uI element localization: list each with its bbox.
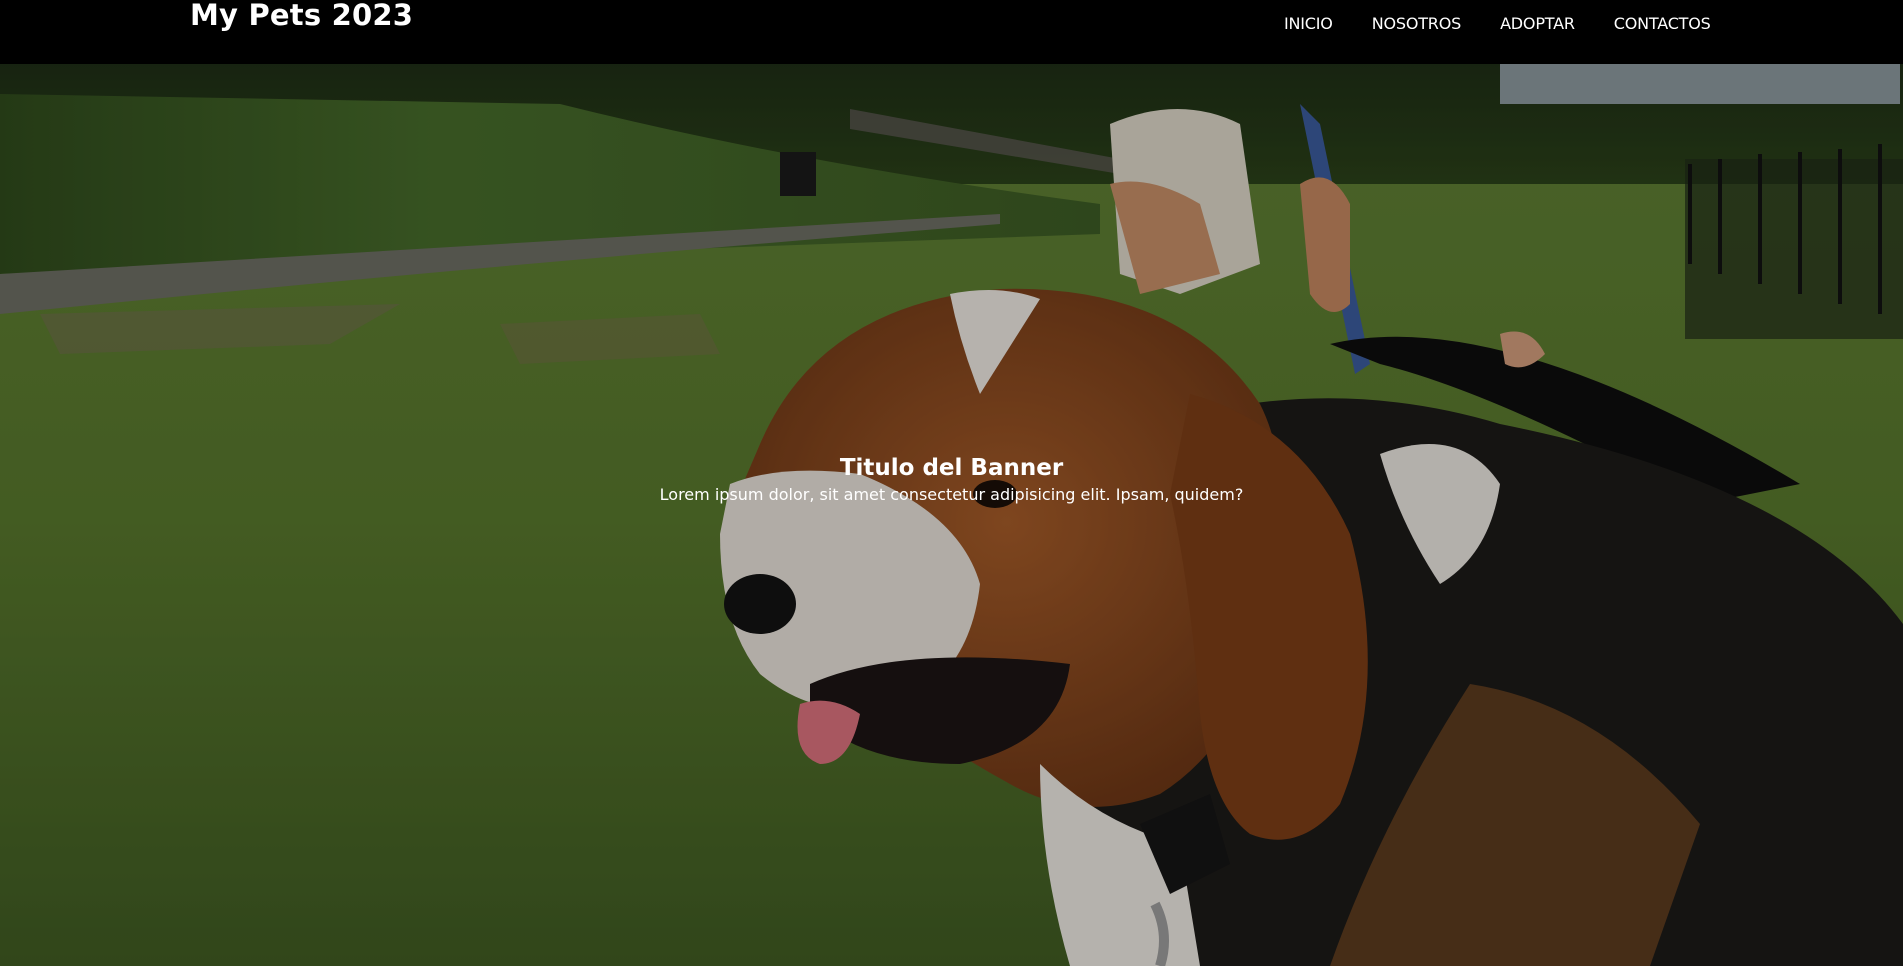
- hero-banner: Titulo del Banner Lorem ipsum dolor, sit…: [0, 64, 1903, 966]
- nav-link-inicio[interactable]: INICIO: [1284, 14, 1333, 34]
- main-nav: INICIO NOSOTROS ADOPTAR CONTACTOS: [1284, 14, 1750, 34]
- top-navbar: My Pets 2023 INICIO NOSOTROS ADOPTAR CON…: [0, 0, 1903, 64]
- banner-subtitle: Lorem ipsum dolor, sit amet consectetur …: [659, 485, 1244, 504]
- banner-caption: Titulo del Banner Lorem ipsum dolor, sit…: [0, 454, 1903, 506]
- nav-link-adoptar[interactable]: ADOPTAR: [1500, 14, 1575, 34]
- banner-title: Titulo del Banner: [839, 455, 1064, 481]
- site-logo-title[interactable]: My Pets 2023: [190, 0, 413, 30]
- banner-image: [0, 64, 1903, 966]
- nav-link-contactos[interactable]: CONTACTOS: [1614, 14, 1711, 34]
- nav-link-nosotros[interactable]: NOSOTROS: [1372, 14, 1462, 34]
